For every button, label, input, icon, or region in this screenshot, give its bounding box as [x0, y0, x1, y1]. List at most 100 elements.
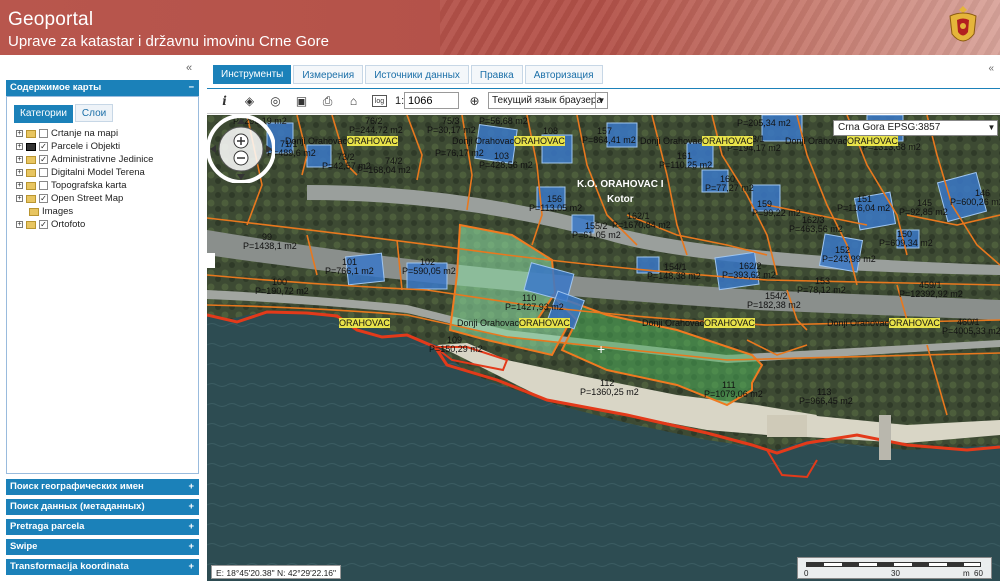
- expand-icon[interactable]: +: [16, 182, 23, 189]
- panel-label: Transformacija koordinata: [10, 561, 129, 572]
- tree-item-label: Topografska karta: [51, 180, 127, 191]
- expand-toggle-icon[interactable]: +: [188, 519, 194, 535]
- collapse-left-panel-button[interactable]: «: [186, 62, 192, 74]
- tree-item-drawing[interactable]: + Crtanje na mapi: [16, 127, 153, 140]
- map-content-header[interactable]: Содержимое карты −: [6, 80, 199, 96]
- expand-toggle-icon[interactable]: +: [188, 559, 194, 575]
- scale-input[interactable]: [404, 92, 459, 109]
- tree-item-dem[interactable]: + Digitalni Model Terena: [16, 166, 153, 179]
- collapse-toolbar-button[interactable]: «: [988, 63, 994, 74]
- expand-icon[interactable]: +: [16, 143, 23, 150]
- tab-authorization[interactable]: Авторизация: [524, 65, 603, 84]
- crs-select[interactable]: Crna Gora EPSG:3857 ▼: [833, 120, 998, 136]
- place-label: Donji OrahovacORAHOVAC: [827, 318, 940, 328]
- expand-toggle-icon[interactable]: +: [188, 499, 194, 515]
- expand-icon[interactable]: +: [16, 169, 23, 176]
- parcel-label: P=12392,92 m2: [899, 289, 963, 299]
- tree-item-osm[interactable]: + ✓ Open Street Map: [16, 192, 153, 205]
- expand-icon[interactable]: +: [16, 221, 23, 228]
- layer-checkbox[interactable]: ✓: [39, 194, 48, 203]
- chevron-down-icon: ▼: [987, 123, 996, 132]
- language-select-value: Текущий язык браузера: [492, 95, 603, 106]
- tree-item-admin-units[interactable]: + ✓ Administrativne Jedinice: [16, 153, 153, 166]
- pan-handle[interactable]: [207, 253, 215, 268]
- tab-measurements[interactable]: Измерения: [293, 65, 364, 84]
- panel-label: Поиск географических имен: [10, 481, 144, 492]
- parcel-label: 108: [543, 126, 559, 136]
- layer-checkbox[interactable]: ✓: [39, 142, 48, 151]
- tab-tools[interactable]: Инструменты: [213, 65, 292, 84]
- panel-swipe[interactable]: Swipe +: [6, 539, 199, 555]
- parcel-label: P=4005,33 m2: [942, 326, 1000, 336]
- expand-icon[interactable]: +: [16, 130, 23, 137]
- tree-item-parcels[interactable]: + ✓ Parcele i Objekti: [16, 140, 153, 153]
- parcel-label: P=1438,1 m2: [243, 241, 297, 251]
- zoom-extent-icon[interactable]: ◈: [242, 94, 257, 109]
- expand-toggle-icon[interactable]: +: [188, 479, 194, 495]
- layer-style-icon: [26, 142, 36, 151]
- save-icon[interactable]: ▣: [294, 94, 309, 109]
- expand-toggle-icon[interactable]: +: [188, 539, 194, 555]
- zoom-to-scale-icon[interactable]: ⊕: [467, 94, 482, 109]
- language-select[interactable]: Текущий язык браузера ▼: [488, 92, 608, 109]
- tree-item-images[interactable]: Images: [16, 205, 153, 218]
- parcel-label: P=116,04 m2: [837, 203, 891, 213]
- tree-item-label: Digitalni Model Terena: [51, 167, 145, 178]
- chevron-down-icon: ▼: [595, 93, 607, 108]
- parcel-label: P=205,34 m2: [737, 118, 791, 128]
- scale-label-0: 0: [804, 569, 809, 578]
- log-icon[interactable]: log: [372, 95, 387, 107]
- parcel-label: P=1670,84 m2: [612, 220, 671, 230]
- expand-icon[interactable]: +: [16, 195, 23, 202]
- layer-checkbox[interactable]: [39, 181, 48, 190]
- parcel-label: P=1427,93 m2: [505, 302, 564, 312]
- layer-checkbox[interactable]: ✓: [39, 155, 48, 164]
- map-canvas[interactable]: P=296,19 m2 71/1 P=489,6 m2 73/2 P=42,57 m2 7…: [207, 115, 1000, 581]
- panel-geonames-search[interactable]: Поиск географических имен +: [6, 479, 199, 495]
- tab-edit[interactable]: Правка: [470, 65, 523, 84]
- parcel-label: P=600,26 m2: [950, 197, 1000, 207]
- expand-icon[interactable]: +: [16, 156, 23, 163]
- home-icon[interactable]: ⌂: [346, 94, 361, 109]
- layer-checkbox[interactable]: [39, 129, 48, 138]
- panel-parcel-search[interactable]: Pretraga parcela +: [6, 519, 199, 535]
- parcel-label: P=113,05 m2: [529, 203, 583, 213]
- tab-categories[interactable]: Категории: [14, 105, 73, 123]
- parcel-label: P=77,27 m2: [705, 183, 754, 193]
- parcel-label: P=966,45 m2: [799, 396, 853, 406]
- tab-layers[interactable]: Слои: [74, 104, 114, 122]
- coordinate-readout: E: 18°45'20.38" N: 42°29'22.16": [211, 565, 342, 579]
- scale-bar: 0 30 60 m: [797, 557, 992, 579]
- tree-item-ortofoto[interactable]: + ✓ Ortofoto: [16, 218, 153, 231]
- crosshair-cursor-icon: +: [597, 341, 606, 357]
- app-subtitle: Uprave za katastar i državnu imovinu Crn…: [8, 33, 329, 50]
- scale-label-60: 60: [974, 569, 983, 578]
- tab-data-sources[interactable]: Источники данных: [365, 65, 469, 84]
- place-label: Donji OrahovacORAHOVAC: [640, 136, 753, 146]
- layer-checkbox[interactable]: [39, 168, 48, 177]
- header-background-image: [440, 0, 1000, 55]
- tree-item-label: Images: [42, 206, 74, 217]
- panel-coordinate-transform[interactable]: Transformacija koordinata +: [6, 559, 199, 575]
- tree-item-topo[interactable]: + Topografska karta: [16, 179, 153, 192]
- cadastral-area-label: K.O. ORAHOVAC I: [577, 179, 664, 190]
- tree-item-label: Administrativne Jedinice: [51, 154, 154, 165]
- collapse-toggle-icon[interactable]: −: [188, 80, 194, 96]
- coat-of-arms-icon: [949, 6, 977, 42]
- zoom-selection-icon[interactable]: ◎: [268, 94, 283, 109]
- panel-metadata-search[interactable]: Поиск данных (метаданных) +: [6, 499, 199, 515]
- folder-icon: [26, 168, 36, 177]
- toolbar: i ◈ ◎ ▣ ⎙ ⌂ log 1: ⊕ Текущий язык браузе…: [207, 88, 1000, 114]
- layer-checkbox[interactable]: ✓: [39, 220, 48, 229]
- pan-zoom-navigator[interactable]: [207, 115, 275, 183]
- cadastral-area-label: Kotor: [607, 194, 634, 205]
- parcel-label: P=243,99 m2: [822, 254, 876, 264]
- parcel-label: P=99,22 m2: [752, 208, 801, 218]
- parcel-label: P=766,1 m2: [325, 266, 374, 276]
- print-icon[interactable]: ⎙: [320, 94, 335, 109]
- content-tabs: Категории Слои: [14, 104, 115, 123]
- place-label: ORAHOVAC: [339, 318, 390, 328]
- info-icon[interactable]: i: [217, 94, 232, 109]
- parcel-label: P=609,34 m2: [879, 238, 933, 248]
- parcel-label: P=78,12 m2: [797, 285, 846, 295]
